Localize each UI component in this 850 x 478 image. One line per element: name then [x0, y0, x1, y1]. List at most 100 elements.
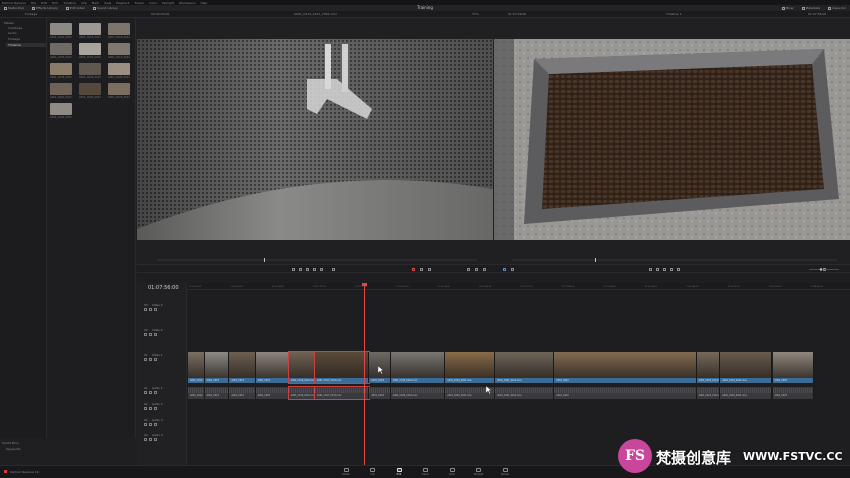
timeline-ruler[interactable]: 01:07:00:00 01:07:04:00 01:07:08:00 01:07:1… [187, 283, 850, 290]
track-monitor-icon[interactable] [149, 391, 152, 394]
timeline-audio-clip[interactable]: A001_C022 [554, 387, 697, 399]
jump-end-icon[interactable] [320, 268, 323, 271]
bin-master[interactable]: Master [4, 21, 14, 25]
timeline-video-clip[interactable]: A001_C013 [204, 352, 230, 383]
play-icon[interactable] [313, 268, 316, 271]
track-name[interactable]: Audio 4 [152, 433, 163, 437]
page-tab-fusion[interactable]: Fusion [417, 468, 435, 476]
track-mute-icon[interactable] [154, 423, 157, 426]
track-monitor-icon[interactable] [149, 308, 152, 311]
menu-item[interactable]: DaVinci Resolve [2, 1, 26, 5]
timeline-video-clip[interactable]: A001_C014 [229, 352, 256, 383]
timeline-video-clip[interactable]: A001_C015 [255, 352, 289, 383]
trim-tool-icon[interactable] [420, 268, 423, 271]
playhead[interactable] [364, 283, 365, 465]
media-clip-thumbnail[interactable] [50, 43, 72, 55]
track-mute-icon[interactable] [154, 407, 157, 410]
track-lock-icon[interactable] [144, 407, 147, 410]
playhead-handle[interactable] [362, 283, 367, 286]
timeline-audio-clip[interactable]: A001_C019_0101.mov [390, 387, 446, 399]
rec-play-reverse-icon[interactable] [656, 268, 659, 271]
page-tab-edit[interactable]: Edit [390, 468, 408, 476]
menu-item[interactable]: Mark [92, 1, 99, 5]
viewer-scrubber[interactable] [137, 258, 850, 262]
track-name[interactable]: Audio 2 [152, 402, 163, 406]
zoom-level[interactable]: 37% [472, 12, 479, 16]
inspector-button[interactable]: Inspector [824, 6, 850, 10]
track-monitor-icon[interactable] [149, 358, 152, 361]
timeline-audio-clip[interactable]: A001_C015 [255, 387, 289, 399]
menu-item[interactable]: File [31, 1, 36, 5]
zoom-slider[interactable] [809, 268, 839, 271]
edit-index-button[interactable]: Edit Index [62, 6, 89, 10]
media-clip-thumbnail[interactable] [108, 43, 130, 55]
metadata-button[interactable]: Metadata [798, 6, 824, 10]
page-tab-deliver[interactable]: Deliver [496, 468, 514, 476]
media-clip-thumbnail[interactable] [79, 63, 101, 75]
media-clip-thumbnail[interactable] [108, 63, 130, 75]
track-name[interactable]: Video 2 [152, 328, 163, 332]
page-tab-media[interactable]: Media [337, 468, 355, 476]
smart-bin-keywords[interactable]: Keywords [6, 447, 20, 451]
linked-icon[interactable] [475, 268, 478, 271]
select-tool-icon[interactable] [412, 268, 415, 271]
menu-item[interactable]: Fusion [135, 1, 145, 5]
bin-audio[interactable]: Audio [8, 31, 17, 35]
track-name[interactable]: Video 1 [152, 353, 163, 357]
timeline-audio-clip[interactable]: A001_C023_0101.mov [696, 387, 721, 399]
timeline-video-clip[interactable]: A001_C023_0101.mov [696, 352, 721, 383]
rec-stop-icon[interactable] [663, 268, 666, 271]
track-lock-icon[interactable] [144, 391, 147, 394]
stop-icon[interactable] [306, 268, 309, 271]
track-name[interactable]: Audio 1 [152, 386, 163, 390]
track-monitor-icon[interactable] [149, 423, 152, 426]
page-tab-fairlight[interactable]: Fairlight [470, 468, 488, 476]
track-monitor-icon[interactable] [149, 407, 152, 410]
media-clip-thumbnail[interactable] [50, 103, 72, 115]
rec-jump-start-icon[interactable] [649, 268, 652, 271]
play-reverse-icon[interactable] [299, 268, 302, 271]
track-lock-icon[interactable] [144, 423, 147, 426]
track-mute-icon[interactable] [154, 333, 157, 336]
effects-library-button[interactable]: Effects Library [28, 6, 62, 10]
timeline-video-clip[interactable]: A001_C016_0101.mov [287, 351, 316, 384]
track-lock-icon[interactable] [144, 308, 147, 311]
bin-creatives[interactable]: Creatives [8, 26, 22, 30]
menu-item[interactable]: Help [200, 1, 207, 5]
timeline-audio-clip[interactable]: A001_C012 [188, 387, 205, 399]
media-clip-thumbnail[interactable] [79, 23, 101, 35]
track-mute-icon[interactable] [154, 358, 157, 361]
timeline-video-clip[interactable]: A001_C020_0101.mov [445, 352, 496, 383]
timeline-audio-clip[interactable]: A001_C024_0101.mov [720, 387, 773, 399]
rec-play-icon[interactable] [670, 268, 673, 271]
source-viewer[interactable] [137, 39, 493, 240]
timeline-audio-clip[interactable]: A001_C018 [369, 387, 391, 399]
timeline-video-clip[interactable]: A001_C025 [772, 352, 814, 383]
timeline-audio-clip[interactable]: A001_C025 [772, 387, 814, 399]
timeline-viewer[interactable] [494, 39, 850, 240]
timeline-video-clip[interactable]: A001_C022 [554, 352, 697, 383]
track-lock-icon[interactable] [144, 333, 147, 336]
media-clip-thumbnail[interactable] [50, 23, 72, 35]
timeline-video-clip[interactable]: A001_C024_0101.mov [720, 352, 773, 383]
timeline-video-clip[interactable]: A001_C019_0101.mov [390, 352, 446, 383]
media-clip-thumbnail[interactable] [79, 43, 101, 55]
media-clip-thumbnail[interactable] [79, 83, 101, 95]
timeline-video-clip[interactable]: A001_C021_0101.mov [495, 352, 555, 383]
menu-item[interactable]: Playback [116, 1, 129, 5]
menu-item[interactable]: Fairlight [162, 1, 174, 5]
menu-item[interactable]: Trim [52, 1, 58, 5]
bin-timeline[interactable]: Timeline [6, 43, 46, 47]
loop-icon[interactable] [332, 268, 335, 271]
lock-icon[interactable] [483, 268, 486, 271]
blade-tool-icon[interactable] [428, 268, 431, 271]
track-monitor-icon[interactable] [149, 333, 152, 336]
bin-footage[interactable]: Footage [8, 37, 20, 41]
timeline-video-clip[interactable]: A001_C017_0101.mov [313, 351, 371, 384]
track-mute-icon[interactable] [154, 308, 157, 311]
menu-item[interactable]: Clip [81, 1, 87, 5]
media-clip-thumbnail[interactable] [50, 63, 72, 75]
timeline-audio-clip[interactable]: A001_C014 [229, 387, 256, 399]
timeline-audio-clip[interactable]: A001_C013 [204, 387, 230, 399]
marker-icon[interactable] [511, 268, 514, 271]
